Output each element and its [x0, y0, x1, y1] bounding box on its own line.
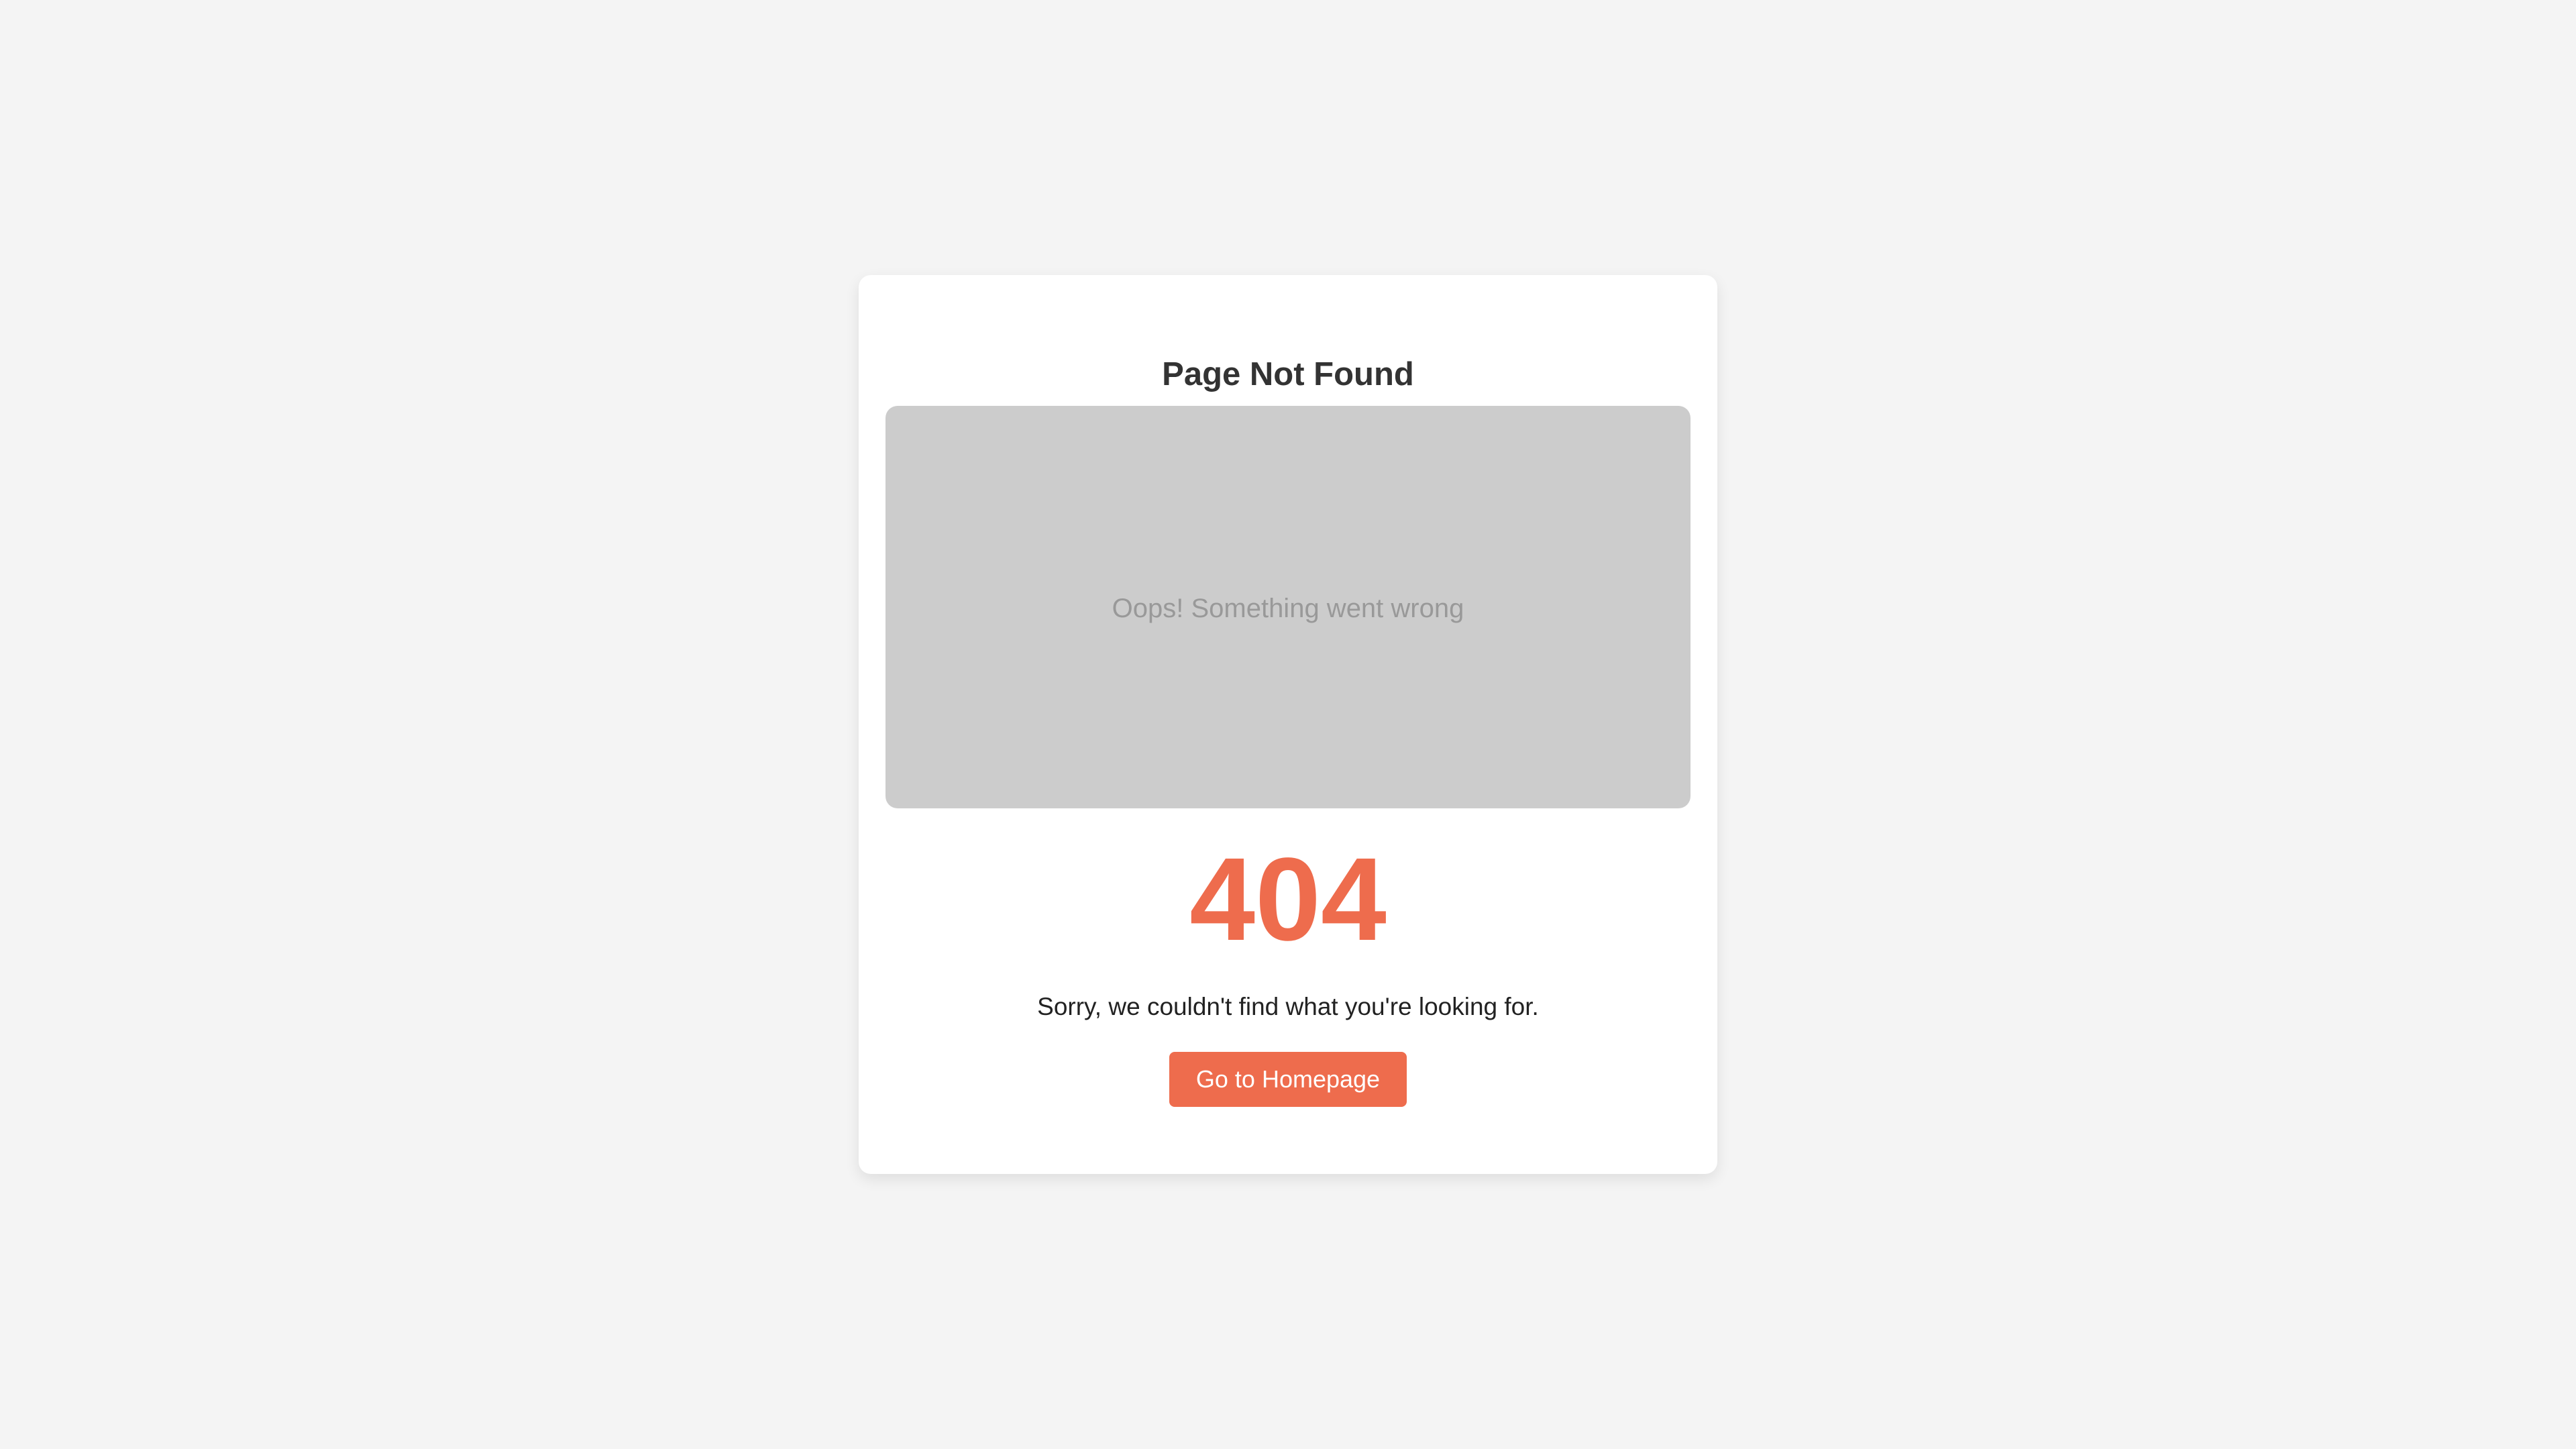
error-card: Page Not Found Oops! Something went wron… — [859, 275, 1717, 1174]
page-title: Page Not Found — [1162, 356, 1414, 392]
image-placeholder-text: Oops! Something went wrong — [1112, 594, 1464, 623]
error-code: 404 — [1189, 834, 1387, 965]
image-placeholder: Oops! Something went wrong — [885, 406, 1690, 808]
go-to-homepage-button[interactable]: Go to Homepage — [1169, 1052, 1407, 1107]
error-message: Sorry, we couldn't find what you're look… — [1037, 993, 1539, 1020]
